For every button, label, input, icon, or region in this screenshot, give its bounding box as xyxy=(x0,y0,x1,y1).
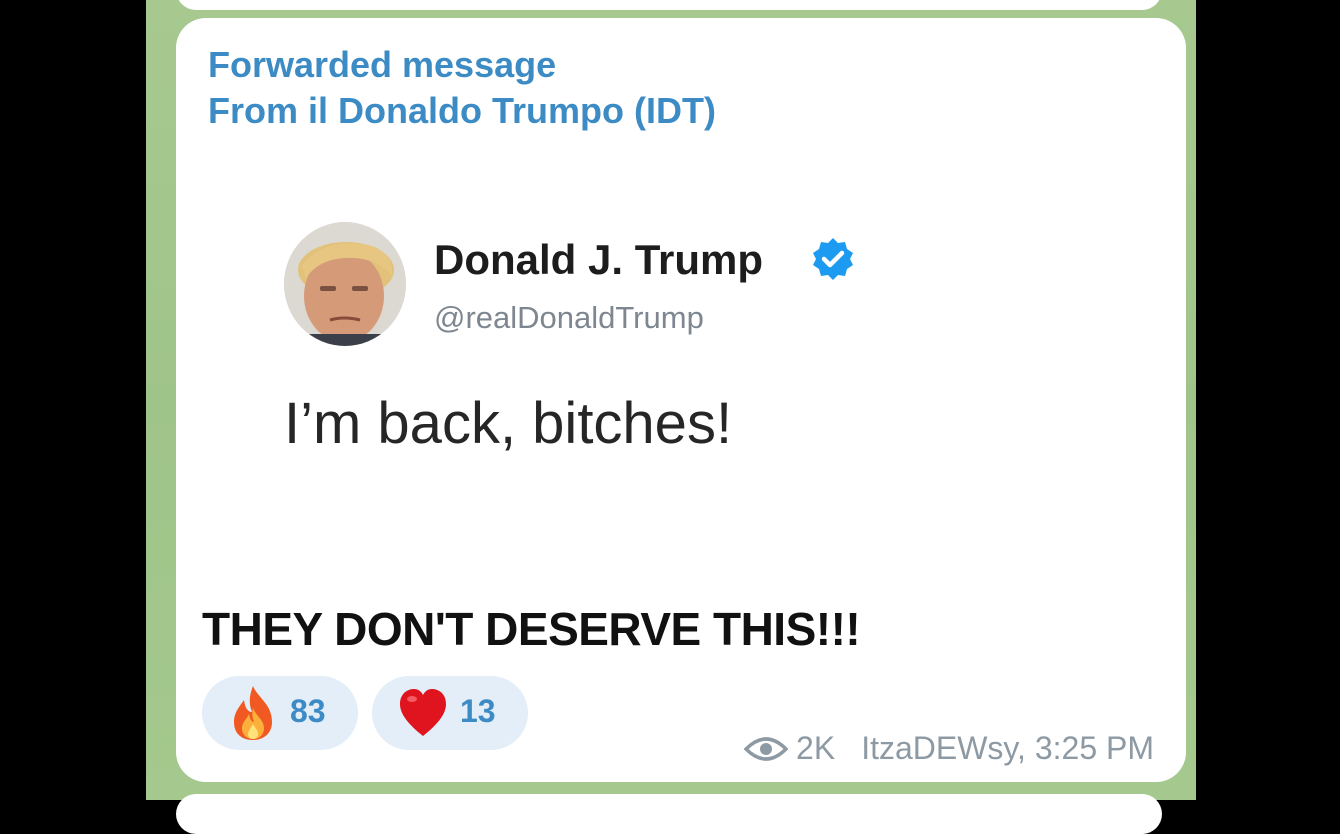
next-message-bubble[interactable] xyxy=(176,794,1162,834)
reaction-heart-count: 13 xyxy=(460,693,496,729)
heart-icon xyxy=(400,689,446,736)
message-bubble[interactable]: Forwarded message From il Donaldo Trumpo… xyxy=(176,18,1186,782)
message-meta: 2K ItzaDEWsy, 3:25 PM xyxy=(744,730,1154,767)
forward-header: Forwarded message xyxy=(208,44,557,85)
eye-icon xyxy=(744,736,789,761)
reaction-heart[interactable]: 13 xyxy=(372,676,528,750)
reaction-fire-count: 83 xyxy=(290,693,326,729)
verified-badge-icon xyxy=(813,238,853,280)
author-and-time: ItzaDEWsy, 3:25 PM xyxy=(861,730,1154,766)
forward-from[interactable]: From il Donaldo Trumpo (IDT) xyxy=(208,88,716,134)
tweet-screenshot[interactable]: Donald J. Trump @realDonaldTrump I’m bac… xyxy=(280,218,900,478)
tweet-text: I’m back, bitches! xyxy=(284,391,733,456)
tweet-handle: @realDonaldTrump xyxy=(434,300,704,335)
previous-message-bubble[interactable] xyxy=(176,0,1162,10)
reaction-fire[interactable]: 83 xyxy=(202,676,358,750)
message-caption: THEY DON'T DESERVE THIS!!! xyxy=(202,603,861,655)
tweet-author-name: Donald J. Trump xyxy=(434,236,764,283)
avatar xyxy=(284,222,406,346)
view-count: 2K xyxy=(796,730,836,766)
forward-info[interactable]: Forwarded message From il Donaldo Trumpo… xyxy=(208,42,716,134)
fire-icon xyxy=(234,686,272,740)
